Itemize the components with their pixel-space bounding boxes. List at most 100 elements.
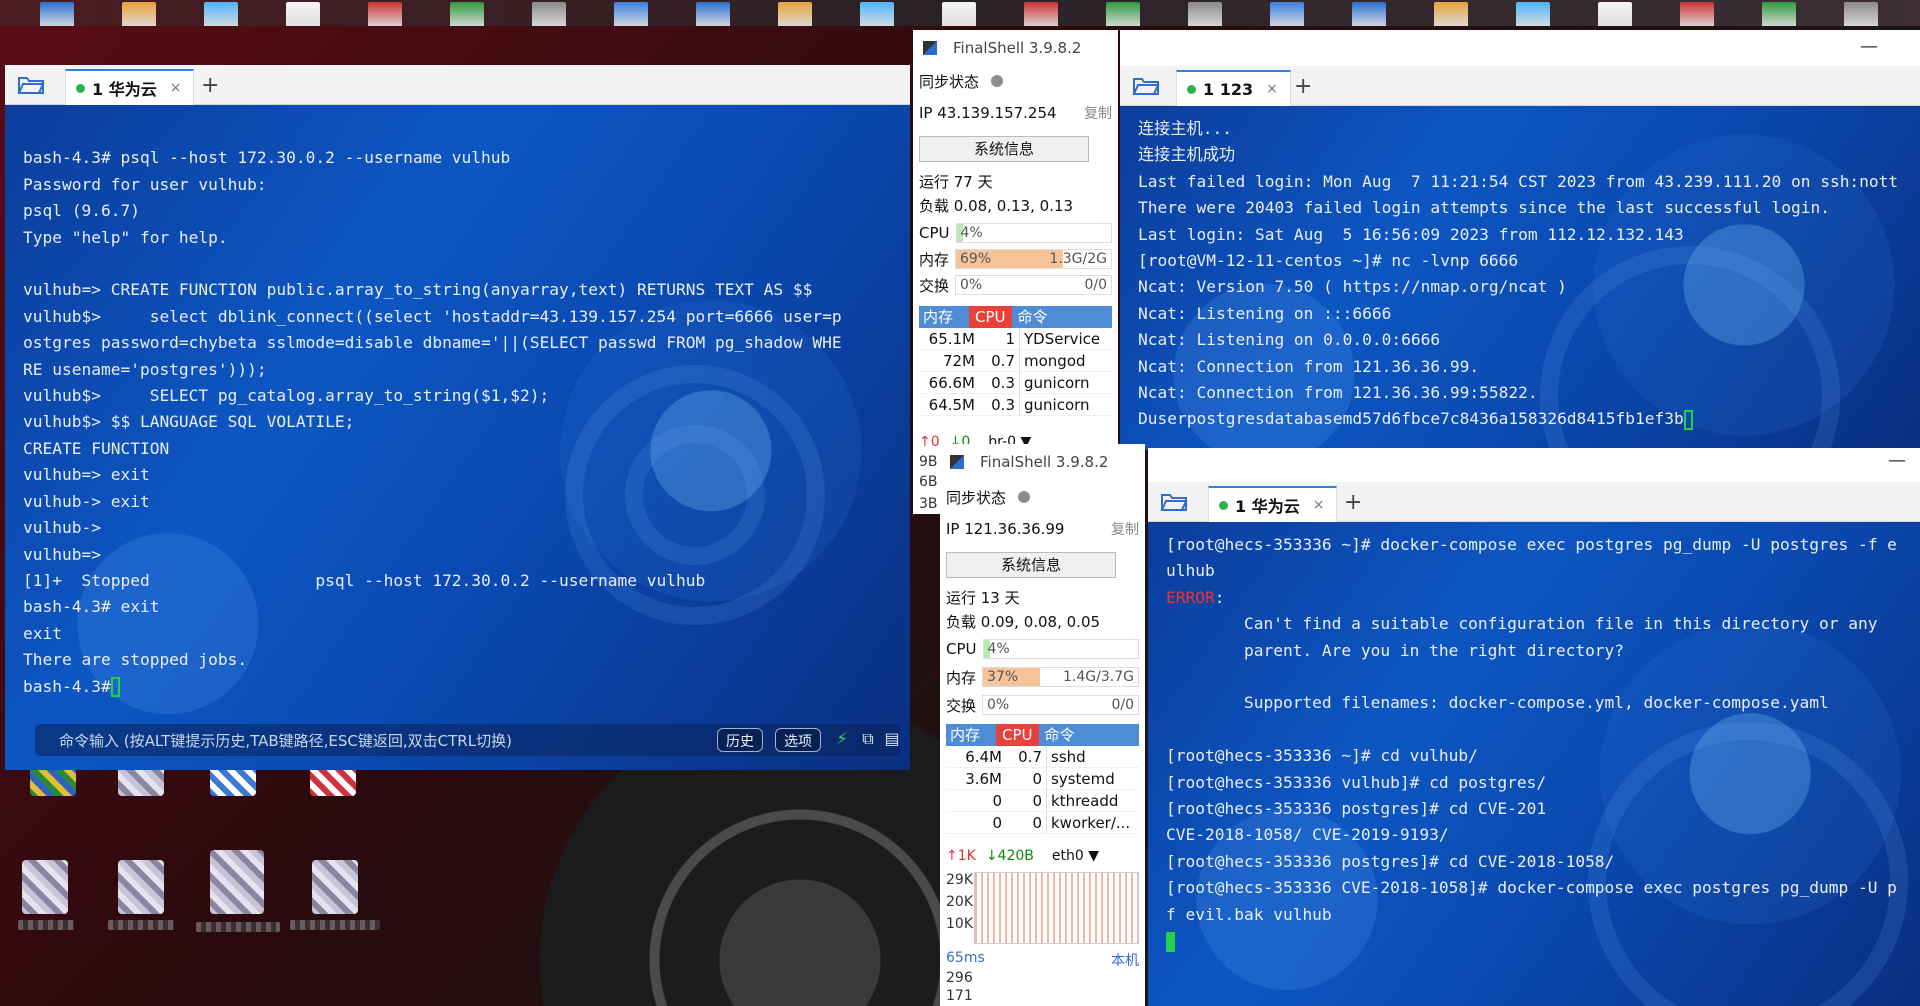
- process-row[interactable]: 64.5M 0.3 gunicorn: [919, 394, 1112, 416]
- app-icon[interactable]: [40, 2, 74, 26]
- doc-icon[interactable]: [204, 2, 238, 26]
- right-bottom-terminal-window: — 1 华为云 × + [root@hecs-353336 ~]# docker…: [1148, 448, 1920, 1006]
- desktop-file-icon[interactable]: [312, 860, 358, 914]
- system-info-button[interactable]: 系统信息: [919, 136, 1089, 162]
- desktop-app-icon[interactable]: [30, 766, 76, 796]
- folder-icon[interactable]: [1160, 492, 1188, 512]
- process-row[interactable]: 6.4M 0.7 sshd: [946, 746, 1139, 768]
- copy-ip-button[interactable]: 复制: [1111, 519, 1139, 539]
- terminal-output[interactable]: 连接主机... 连接主机成功 Last failed login: Mon Aug …: [1120, 106, 1920, 450]
- process-table-header: 内存 CPU 命令: [946, 724, 1139, 746]
- tab-bar: 1 华为云 × +: [1148, 482, 1920, 522]
- process-row[interactable]: 72M 0.7 mongod: [919, 350, 1112, 372]
- terminal-line: Ncat: Connection from 121.36.36.99:55822…: [1138, 383, 1538, 403]
- folder-icon[interactable]: [1132, 76, 1160, 96]
- terminal-line: [1]+ Stopped psql --host 172.30.0.2 --us…: [23, 570, 706, 590]
- options-button[interactable]: 选项: [775, 728, 821, 752]
- process-row[interactable]: 0 0 kworker/...: [946, 812, 1139, 834]
- doc-icon[interactable]: [1434, 2, 1468, 26]
- load-average: 负载 0.09, 0.08, 0.05: [946, 612, 1101, 631]
- desktop-file-icon[interactable]: [210, 850, 264, 914]
- copy-icon[interactable]: ⧉: [859, 730, 877, 748]
- doc-icon[interactable]: [1188, 2, 1222, 26]
- image-icon[interactable]: [368, 2, 402, 26]
- process-mem: 0: [992, 814, 1002, 832]
- process-row[interactable]: 3.6M 0 systemd: [946, 768, 1139, 790]
- mem-size: 1.4G/3.7G: [1063, 669, 1134, 685]
- process-cpu: 0.3: [991, 374, 1015, 392]
- system-info-button[interactable]: 系统信息: [946, 552, 1116, 578]
- paste-icon[interactable]: ▤: [883, 730, 901, 748]
- doc-icon[interactable]: [1024, 2, 1058, 26]
- latency-row: 65ms 本机: [946, 950, 1139, 970]
- add-tab-button[interactable]: +: [1294, 74, 1312, 99]
- terminal-cursor: [1683, 409, 1693, 430]
- camera-icon[interactable]: [1270, 2, 1304, 26]
- mem-percent: 37%: [987, 669, 1019, 685]
- camera-icon[interactable]: [696, 2, 730, 26]
- doc-icon[interactable]: [1516, 2, 1550, 26]
- desktop-file-icon[interactable]: [118, 860, 164, 914]
- doc-icon[interactable]: [1352, 2, 1386, 26]
- cpu-column-header[interactable]: CPU: [969, 306, 1012, 328]
- terminal-line: exit: [23, 623, 62, 643]
- close-tab-icon[interactable]: ×: [1266, 81, 1278, 97]
- command-input[interactable]: 命令输入 (按ALT键提示历史,TAB键路径,ESC键返回,双击CTRL切换) …: [35, 724, 900, 756]
- mem-column-header[interactable]: 内存: [946, 724, 996, 746]
- cpu-bar: 4%: [955, 223, 1112, 243]
- mem-label: 内存: [946, 668, 977, 687]
- net-ylabel: 6B: [919, 474, 938, 490]
- disk-icon[interactable]: [942, 2, 976, 26]
- status-dot: [76, 83, 85, 93]
- minimize-button[interactable]: —: [1860, 36, 1878, 57]
- app-icon[interactable]: [860, 2, 894, 26]
- lightning-icon[interactable]: ⚡: [833, 730, 851, 748]
- process-mem: 64.5M: [928, 396, 975, 414]
- process-row[interactable]: 0 0 kthreadd: [946, 790, 1139, 812]
- desktop-file-icon[interactable]: [22, 860, 68, 914]
- js-file-icon[interactable]: [122, 2, 156, 26]
- history-button[interactable]: 历史: [717, 728, 763, 752]
- desktop-app-icon[interactable]: [310, 766, 356, 796]
- close-tab-icon[interactable]: ×: [1313, 497, 1325, 513]
- mem-row: 内存 69% 1.3G/2G: [919, 248, 1112, 270]
- process-row[interactable]: 65.1M 1 YDService: [919, 328, 1112, 350]
- close-tab-icon[interactable]: ×: [170, 80, 182, 96]
- terminal-output[interactable]: [root@hecs-353336 ~]# docker-compose exe…: [1148, 522, 1920, 1006]
- doc-icon[interactable]: [1598, 2, 1632, 26]
- doc-icon[interactable]: [1106, 2, 1140, 26]
- unknown-file-icon[interactable]: [450, 2, 484, 26]
- terminal-line: vulhub-> exit: [23, 491, 150, 511]
- desktop-top-icon-row: [0, 0, 1920, 26]
- monitor-icon[interactable]: [1844, 2, 1878, 26]
- terminal-line: CVE-2018-1058/ CVE-2019-9193/: [1166, 825, 1449, 845]
- interface-select[interactable]: eth0 ▼: [1052, 848, 1099, 864]
- excel-icon[interactable]: [1680, 2, 1714, 26]
- session-tab[interactable]: 1 华为云 ×: [65, 69, 195, 105]
- command-column-header[interactable]: 命令: [1012, 306, 1048, 328]
- add-tab-button[interactable]: +: [1344, 490, 1362, 515]
- session-tab[interactable]: 1 华为云 ×: [1208, 486, 1338, 522]
- minimize-button[interactable]: —: [1888, 450, 1906, 471]
- mem-label: 内存: [919, 250, 950, 269]
- archive-icon[interactable]: [286, 2, 320, 26]
- unknown-file-icon[interactable]: [532, 2, 566, 26]
- doc-icon[interactable]: [1762, 2, 1796, 26]
- process-row[interactable]: 66.6M 0.3 gunicorn: [919, 372, 1112, 394]
- command-column-header[interactable]: 命令: [1039, 724, 1075, 746]
- doc-icon[interactable]: [778, 2, 812, 26]
- search-icon[interactable]: ⚲: [907, 730, 910, 748]
- terminal-output[interactable]: bash-4.3# psql --host 172.30.0.2 --usern…: [5, 105, 910, 770]
- add-tab-button[interactable]: +: [201, 73, 219, 98]
- process-command: mongod: [1019, 350, 1086, 371]
- latency-target[interactable]: 本机: [1111, 950, 1139, 970]
- session-tab[interactable]: 1 123 ×: [1176, 70, 1291, 106]
- mem-column-header[interactable]: 内存: [919, 306, 969, 328]
- unknown-file-icon[interactable]: [614, 2, 648, 26]
- desktop-app-icon[interactable]: [210, 766, 256, 796]
- copy-ip-button[interactable]: 复制: [1084, 103, 1112, 123]
- desktop-app-icon[interactable]: [118, 766, 164, 796]
- folder-icon[interactable]: [17, 75, 45, 95]
- cpu-column-header[interactable]: CPU: [996, 724, 1039, 746]
- terminal-line: vulhub$> SELECT pg_catalog.array_to_stri…: [23, 386, 550, 406]
